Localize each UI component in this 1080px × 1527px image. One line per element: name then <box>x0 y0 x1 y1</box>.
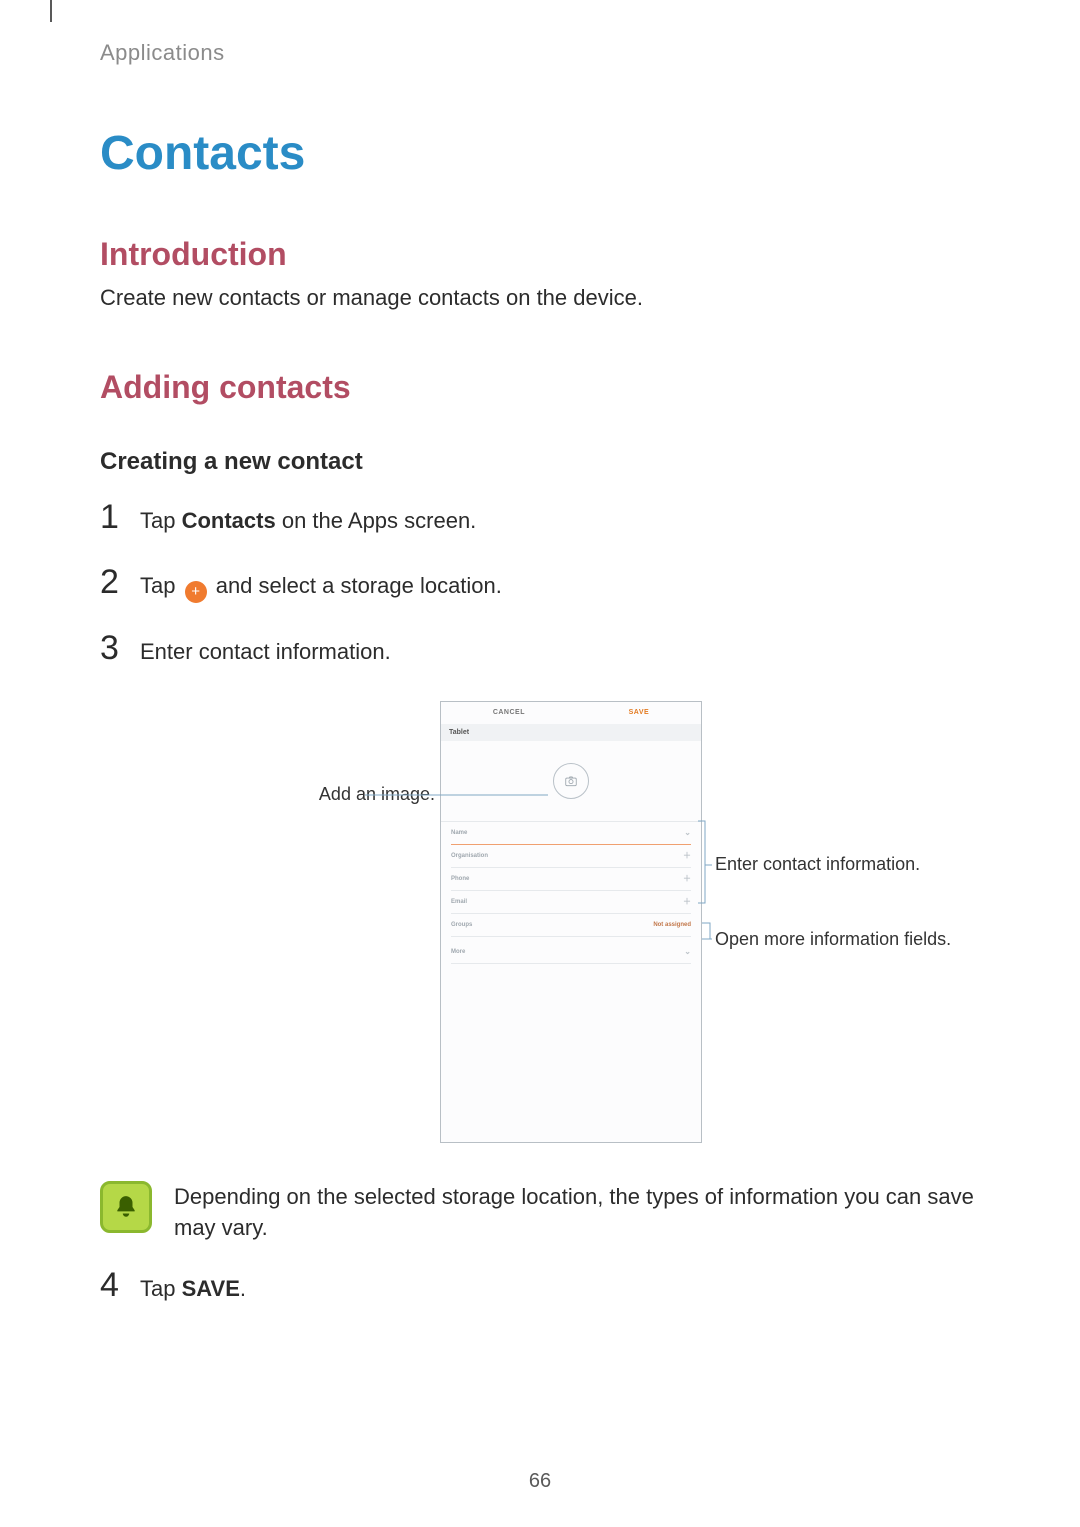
page-number: 66 <box>0 1470 1080 1493</box>
step-1-suffix: on the Apps screen. <box>276 508 477 533</box>
callout-enter-info: Enter contact information. <box>715 854 975 875</box>
storage-location-mock: Tablet <box>441 724 701 741</box>
chevron-down-icon: ⌄ <box>684 947 691 956</box>
page-title: Contacts <box>100 126 980 181</box>
step-4-suffix: . <box>240 1276 246 1301</box>
cancel-button-mock: CANCEL <box>493 709 525 716</box>
note-text: Depending on the selected storage locati… <box>174 1181 980 1245</box>
step-3: 3 Enter contact information. <box>100 625 980 673</box>
callout-open-more: Open more information fields. <box>715 929 975 950</box>
avatar-placeholder-mock <box>553 763 589 799</box>
plus-mini-icon: ＋ <box>683 896 691 907</box>
note-icon <box>100 1181 152 1233</box>
step-number: 4 <box>100 1262 122 1310</box>
field-email: Email＋ <box>451 891 691 914</box>
contact-editor-diagram: CANCEL SAVE Tablet Name⌄ Organisation＋ P… <box>185 691 895 1151</box>
step-number: 1 <box>100 494 122 542</box>
field-name: Name⌄ <box>451 822 691 845</box>
margin-rule <box>50 0 52 22</box>
step-4: 4 Tap SAVE. <box>100 1262 980 1310</box>
step-1-prefix: Tap <box>140 508 182 533</box>
creating-subheading: Creating a new contact <box>100 448 980 476</box>
step-2: 2 Tap + and select a storage location. <box>100 559 980 607</box>
header-section-label: Applications <box>100 40 980 66</box>
chevron-down-icon: ⌄ <box>684 828 691 837</box>
step-2-suffix: and select a storage location. <box>210 573 502 598</box>
step-2-prefix: Tap <box>140 573 182 598</box>
camera-icon <box>564 774 578 788</box>
step-4-bold: SAVE <box>182 1276 240 1301</box>
step-number: 2 <box>100 559 122 607</box>
plus-mini-icon: ＋ <box>683 850 691 861</box>
field-organisation: Organisation＋ <box>451 845 691 868</box>
intro-text: Create new contacts or manage contacts o… <box>100 283 980 314</box>
field-phone: Phone＋ <box>451 868 691 891</box>
step-1: 1 Tap Contacts on the Apps screen. <box>100 494 980 542</box>
callout-add-image: Add an image. <box>185 784 435 805</box>
step-1-bold: Contacts <box>182 508 276 533</box>
step-number: 3 <box>100 625 122 673</box>
save-button-mock: SAVE <box>629 709 650 716</box>
phone-mockup: CANCEL SAVE Tablet Name⌄ Organisation＋ P… <box>440 701 702 1143</box>
adding-heading: Adding contacts <box>100 369 980 406</box>
field-groups: GroupsNot assigned <box>451 914 691 936</box>
field-more: More⌄ <box>451 936 691 964</box>
plus-mini-icon: ＋ <box>683 873 691 884</box>
intro-heading: Introduction <box>100 236 980 273</box>
plus-icon: + <box>185 581 207 603</box>
step-4-prefix: Tap <box>140 1276 182 1301</box>
step-3-text: Enter contact information. <box>140 637 391 668</box>
